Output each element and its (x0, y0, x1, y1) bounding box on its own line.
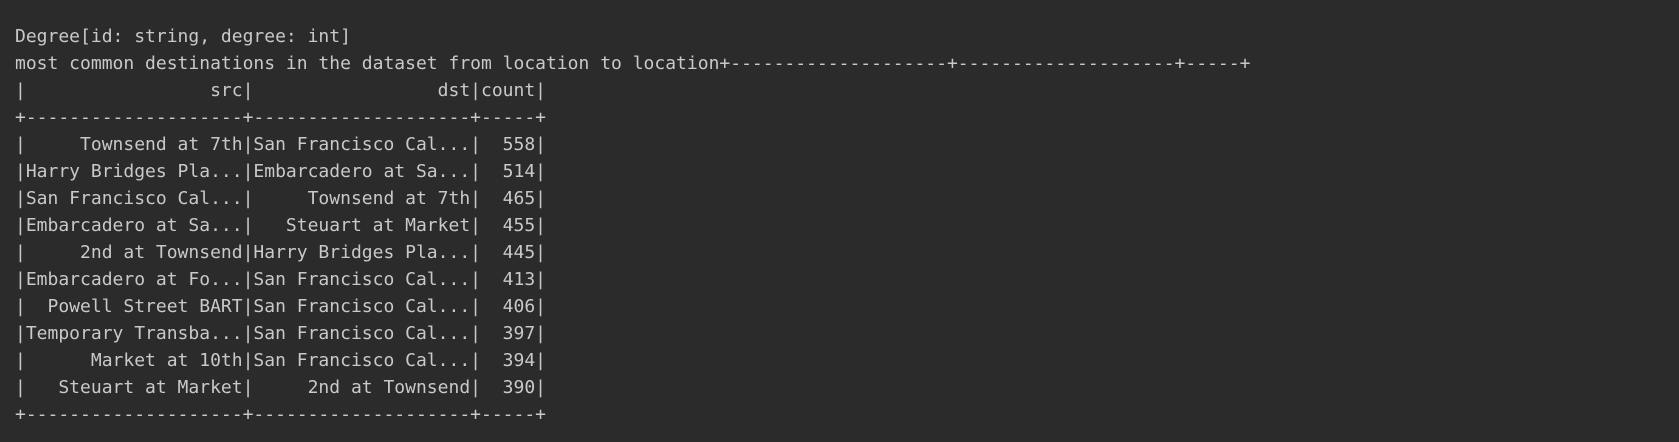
console-output: Degree[id: string, degree: int] most comm… (15, 23, 1669, 428)
table-row: |Embarcadero at Sa...| Steuart at Market… (15, 215, 547, 236)
table-row: | Steuart at Market| 2nd at Townsend| 39… (15, 377, 547, 398)
table-row: | 2nd at Townsend|Harry Bridges Pla...| … (15, 242, 547, 263)
table-title-line: most common destinations in the dataset … (15, 53, 1251, 74)
table-row: | Powell Street BART|San Francisco Cal..… (15, 296, 547, 317)
schema-line: Degree[id: string, degree: int] (15, 26, 351, 47)
table-border-top: +--------------------+------------------… (15, 107, 547, 128)
table-border-bottom: +--------------------+------------------… (15, 404, 547, 425)
table-row: |Harry Bridges Pla...|Embarcadero at Sa.… (15, 161, 547, 182)
table-row: | Townsend at 7th|San Francisco Cal...| … (15, 134, 547, 155)
table-header-row: | src| dst|count| (15, 80, 547, 101)
table-row: |Embarcadero at Fo...|San Francisco Cal.… (15, 269, 547, 290)
table-row: |Temporary Transba...|San Francisco Cal.… (15, 323, 547, 344)
table-row: | Market at 10th|San Francisco Cal...| 3… (15, 350, 547, 371)
table-row: |San Francisco Cal...| Townsend at 7th| … (15, 188, 547, 209)
